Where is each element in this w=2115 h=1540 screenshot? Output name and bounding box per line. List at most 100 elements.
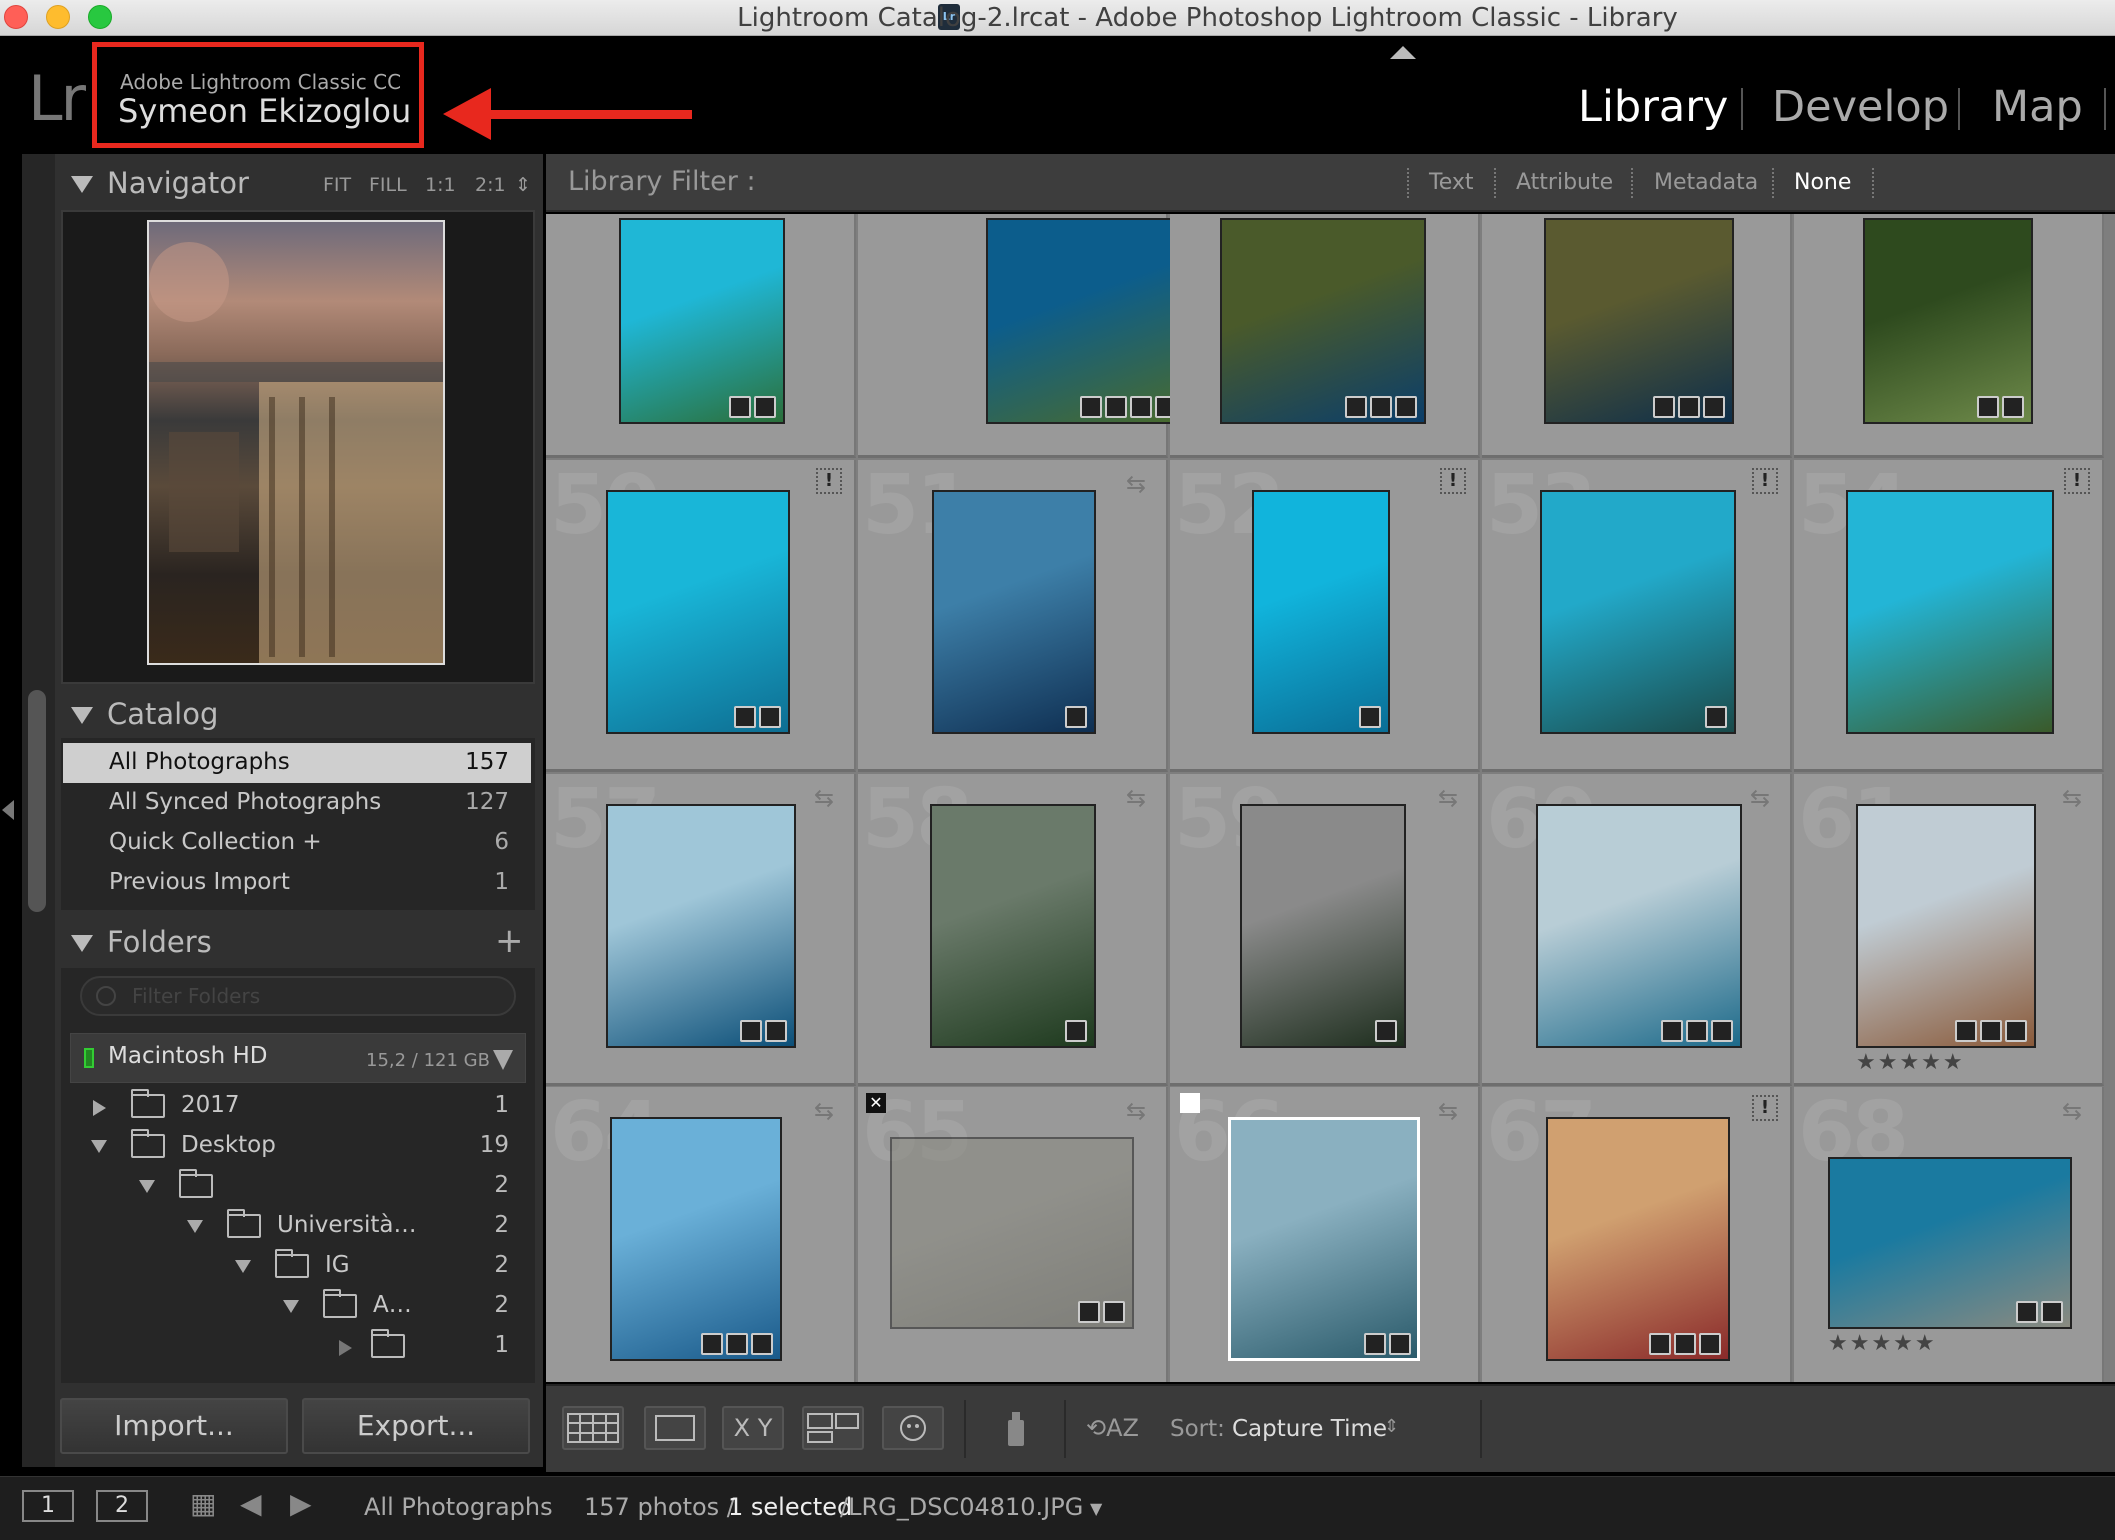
metadata-badge-icon[interactable] — [1699, 1333, 1721, 1355]
import-button[interactable]: Import... — [60, 1398, 288, 1454]
export-button[interactable]: Export... — [302, 1398, 530, 1454]
filter-none-option[interactable]: None — [1794, 170, 1851, 195]
photo-thumbnail[interactable] — [1252, 490, 1390, 734]
sort-select[interactable]: Capture Time — [1232, 1416, 1387, 1442]
metadata-badge-icon[interactable] — [1065, 706, 1087, 728]
star-rating[interactable]: ★★★★★ — [1828, 1331, 1937, 1356]
left-panel-scrollbar[interactable] — [28, 690, 46, 912]
sort-direction-icon[interactable]: ⟲AZ — [1086, 1406, 1156, 1450]
metadata-badge-icon[interactable] — [1065, 1020, 1087, 1042]
photo-thumbnail[interactable] — [932, 490, 1096, 734]
metadata-badge-icon[interactable] — [1395, 396, 1417, 418]
grid-cell[interactable]: 65 ⇆ ✕ — [858, 1085, 1168, 1382]
photo-thumbnail[interactable] — [606, 490, 790, 734]
thumbnail-badges[interactable] — [1955, 1020, 2027, 1042]
painter-spray-icon[interactable] — [996, 1406, 1040, 1450]
grid-cell[interactable]: 68 ⇆ ★★★★★ — [1794, 1085, 2104, 1382]
metadata-badge-icon[interactable] — [1105, 396, 1127, 418]
filter-metadata-option[interactable]: Metadata — [1654, 170, 1758, 195]
photo-thumbnail[interactable] — [606, 804, 796, 1048]
photo-thumbnail[interactable] — [1240, 804, 1406, 1048]
grid-cell[interactable]: 52! — [1170, 458, 1480, 772]
back-arrow-icon[interactable]: ◀ — [240, 1487, 262, 1520]
folder-row[interactable]: IG 2 — [63, 1246, 531, 1286]
missing-file-icon[interactable]: ! — [1752, 1095, 1778, 1121]
expand-triangle-icon[interactable] — [339, 1340, 352, 1356]
grid-cell[interactable]: 54! — [1794, 458, 2104, 772]
thumbnail-badges[interactable] — [1364, 1333, 1411, 1355]
metadata-badge-icon[interactable] — [1711, 1020, 1733, 1042]
photo-thumbnail[interactable] — [986, 218, 1186, 424]
grid-cell[interactable]: 61 ⇆ ★★★★★ — [1794, 772, 2104, 1086]
metadata-badge-icon[interactable] — [1345, 396, 1367, 418]
folder-row[interactable]: 2 — [63, 1166, 531, 1206]
filmstrip-source[interactable]: All Photographs — [364, 1493, 553, 1521]
photo-thumbnail[interactable] — [1863, 218, 2033, 424]
identity-user-name[interactable]: Symeon Ekizoglou — [118, 92, 411, 130]
missing-file-icon[interactable]: ! — [1752, 468, 1778, 494]
add-folder-icon[interactable]: + — [495, 921, 524, 961]
survey-view-icon[interactable] — [802, 1406, 864, 1450]
thumbnail-badges[interactable] — [734, 706, 781, 728]
metadata-badge-icon[interactable] — [759, 706, 781, 728]
filter-folders-input[interactable]: Filter Folders — [80, 976, 516, 1016]
thumbnail-badges[interactable] — [729, 396, 776, 418]
thumbnail-badges[interactable] — [1065, 1020, 1087, 1042]
thumbnail-badges[interactable] — [1078, 1301, 1125, 1323]
metadata-badge-icon[interactable] — [1674, 1333, 1696, 1355]
grid-cell[interactable] — [1170, 214, 1480, 458]
pick-flag-icon[interactable] — [1180, 1093, 1200, 1113]
catalog-item-all-photographs[interactable]: All Photographs 157 — [63, 743, 531, 783]
metadata-badge-icon[interactable] — [1078, 1301, 1100, 1323]
expand-left-panel-icon[interactable] — [2, 800, 14, 820]
sync-arrows-icon[interactable]: ⇆ — [1126, 470, 1146, 498]
nav-zoom-fill[interactable]: FILL — [369, 174, 407, 196]
metadata-badge-icon[interactable] — [751, 1333, 773, 1355]
folder-row[interactable]: A… 2 — [63, 1286, 531, 1326]
main-screen-button[interactable]: 1 — [22, 1490, 74, 1522]
navigator-header[interactable]: Navigator FIT FILL 1:1 2:1 ⇕ — [55, 154, 543, 212]
metadata-badge-icon[interactable] — [1955, 1020, 1977, 1042]
grid-cell[interactable]: 53! — [1482, 458, 1792, 772]
metadata-badge-icon[interactable] — [1661, 1020, 1683, 1042]
grid-cell[interactable]: 57 ⇆ — [546, 772, 856, 1086]
photo-thumbnail[interactable] — [1544, 218, 1734, 424]
metadata-badge-icon[interactable] — [726, 1333, 748, 1355]
metadata-badge-icon[interactable] — [1649, 1333, 1671, 1355]
module-develop[interactable]: Develop — [1772, 82, 1949, 132]
metadata-badge-icon[interactable] — [1389, 1333, 1411, 1355]
people-view-icon[interactable] — [882, 1406, 944, 1450]
nav-zoom-fit[interactable]: FIT — [323, 174, 351, 196]
grid-view-icon[interactable] — [562, 1406, 624, 1450]
filter-attribute-option[interactable]: Attribute — [1516, 170, 1613, 195]
thumbnail-badges[interactable] — [1653, 396, 1725, 418]
thumbnail-badges[interactable] — [1661, 1020, 1733, 1042]
grid-cell[interactable]: 64 ⇆ — [546, 1085, 856, 1382]
collapse-triangle-icon[interactable] — [283, 1300, 299, 1313]
metadata-badge-icon[interactable] — [1705, 706, 1727, 728]
metadata-badge-icon[interactable] — [1103, 1301, 1125, 1323]
thumbnail-badges[interactable] — [1345, 396, 1417, 418]
expand-triangle-icon[interactable] — [93, 1100, 106, 1116]
thumbnail-badges[interactable] — [1080, 396, 1177, 418]
nav-zoom-1-1[interactable]: 1:1 — [425, 174, 456, 196]
grid-view-icon[interactable]: ▦ — [190, 1487, 216, 1520]
folder-row[interactable]: 2017 1 — [63, 1086, 531, 1126]
zoom-stepper-icon[interactable]: ⇕ — [515, 174, 531, 196]
photo-thumbnail[interactable] — [1546, 1117, 1730, 1361]
metadata-badge-icon[interactable] — [1130, 396, 1152, 418]
collapse-triangle-icon[interactable] — [187, 1220, 203, 1233]
metadata-badge-icon[interactable] — [765, 1020, 787, 1042]
rejected-flag-icon[interactable]: ✕ — [866, 1093, 886, 1113]
metadata-badge-icon[interactable] — [2002, 396, 2024, 418]
sync-arrows-icon[interactable]: ⇆ — [814, 784, 834, 812]
sync-arrows-icon[interactable]: ⇆ — [1126, 1097, 1146, 1125]
metadata-badge-icon[interactable] — [734, 706, 756, 728]
thumbnail-badges[interactable] — [1977, 396, 2024, 418]
missing-file-icon[interactable]: ! — [2064, 468, 2090, 494]
metadata-badge-icon[interactable] — [740, 1020, 762, 1042]
photo-thumbnail[interactable] — [1540, 490, 1736, 734]
collapse-top-panel-icon[interactable] — [1390, 46, 1416, 59]
metadata-badge-icon[interactable] — [1653, 396, 1675, 418]
metadata-badge-icon[interactable] — [2005, 1020, 2027, 1042]
